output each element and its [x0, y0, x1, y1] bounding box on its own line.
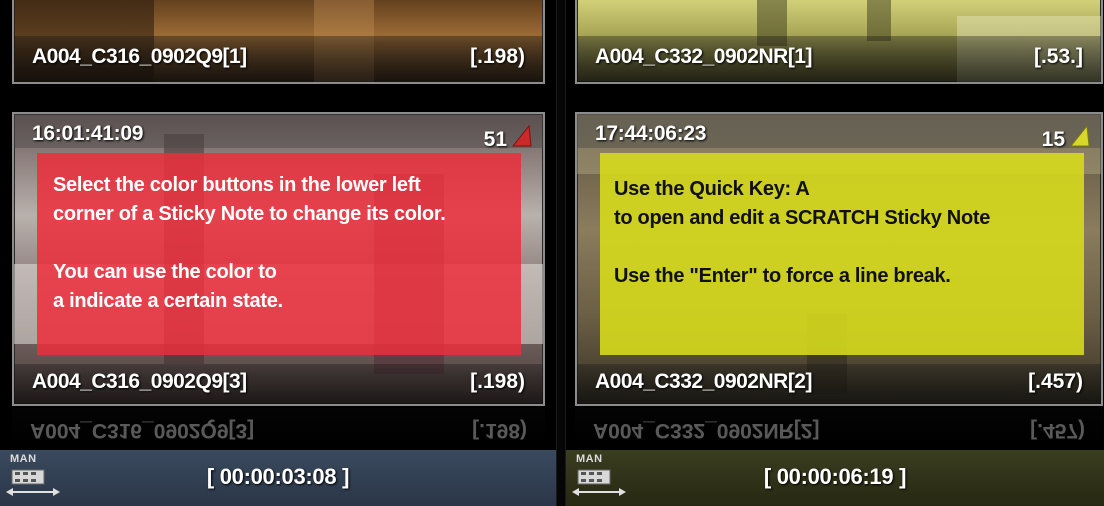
clip-reflection: A004_C332_0902NR[2] [.457)	[575, 408, 1103, 448]
clip-thumbnail-main-left[interactable]: 16:01:41:09 51 Select the color buttons …	[12, 112, 545, 406]
yellow-flag-icon[interactable]	[1067, 124, 1091, 148]
column-divider	[556, 0, 566, 506]
clip-name: A004_C316_0902Q9[3]	[32, 370, 247, 393]
clip-thumbnail-main-right[interactable]: 17:44:06:23 15 Use the Quick Key: A to o…	[575, 112, 1103, 406]
left-clip-column: A004_C316_0902Q9[1] [.198) 16:01:41:09 5…	[0, 0, 556, 506]
clip-name: A004_C332_0902NR[2]	[595, 370, 812, 393]
red-flag-icon[interactable]	[509, 124, 533, 148]
reflected-clip-fraction: [.457)	[1030, 419, 1085, 442]
reflected-clip-name: A004_C332_0902NR[2]	[593, 419, 820, 442]
clip-fraction: [.198)	[470, 370, 525, 393]
note-count: 15	[1041, 128, 1065, 151]
clip-reflection: A004_C316_0902Q9[3] [.198)	[12, 408, 545, 448]
clip-thumbnail-top-left[interactable]: A004_C316_0902Q9[1] [.198)	[12, 0, 545, 84]
clip-name: A004_C316_0902Q9[1]	[32, 45, 247, 68]
sticky-note-yellow[interactable]: Use the Quick Key: A to open and edit a …	[600, 153, 1084, 355]
clip-timecode: 16:01:41:09	[32, 122, 144, 145]
clip-duration-bar: MAN [ 00:00:03:08 ]	[0, 450, 556, 506]
reflected-clip-name: A004_C316_0902Q9[3]	[30, 419, 255, 442]
thumbnail-scene	[867, 0, 891, 41]
clip-fraction: [.53.]	[1033, 45, 1083, 68]
clip-name: A004_C332_0902NR[1]	[595, 45, 812, 68]
clip-duration-bar: MAN [ 00:00:06:19 ]	[566, 450, 1104, 506]
reflected-clip-fraction: [.198)	[472, 419, 527, 442]
clip-fraction: [.457)	[1028, 370, 1083, 393]
clip-timecode: 17:44:06:23	[595, 122, 707, 145]
right-clip-column: A004_C332_0902NR[1] [.53.] 17:44:06:23 1…	[566, 0, 1104, 506]
sticky-note-red[interactable]: Select the color buttons in the lower le…	[37, 153, 521, 355]
note-count: 51	[483, 128, 507, 151]
clip-duration: [ 00:00:06:19 ]	[763, 464, 907, 489]
clip-fraction: [.198)	[470, 45, 525, 68]
clip-duration: [ 00:00:03:08 ]	[206, 464, 350, 489]
clip-thumbnail-top-right[interactable]: A004_C332_0902NR[1] [.53.]	[575, 0, 1103, 84]
